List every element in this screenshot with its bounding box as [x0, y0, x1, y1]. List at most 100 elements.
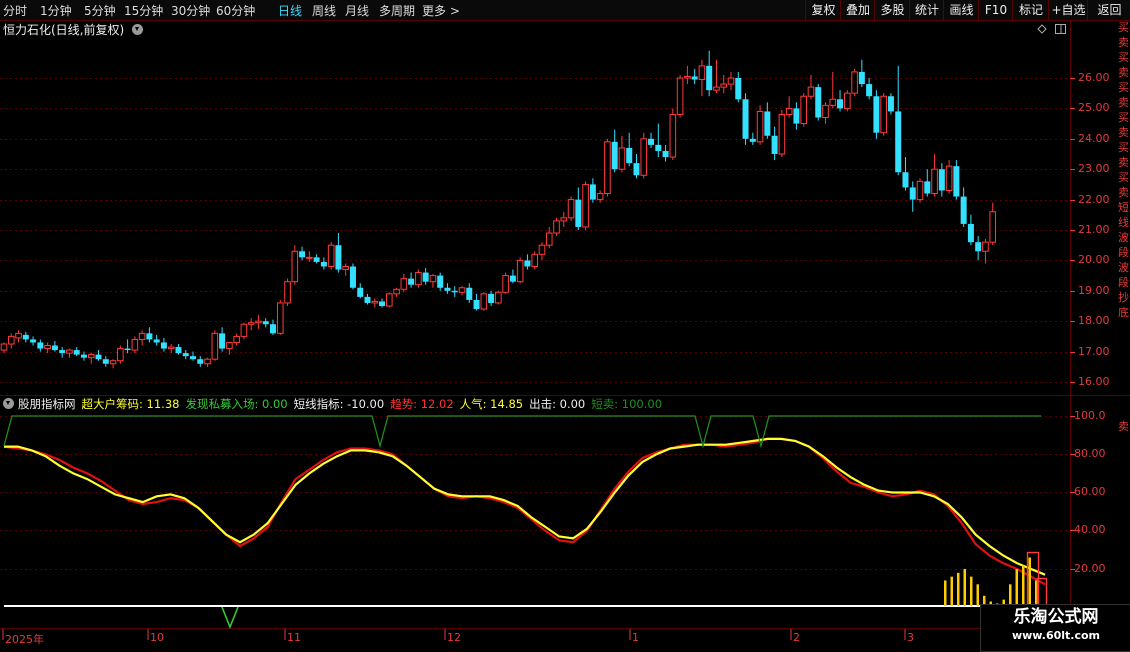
- candle-body-up: [233, 335, 240, 343]
- candle-body-down: [960, 196, 967, 224]
- candle-body-down: [742, 99, 749, 139]
- indicator-value-0: 超大户筹码: 11.38: [81, 397, 180, 411]
- indicator-value-4: 人气: 14.85: [459, 397, 524, 411]
- candle-body-up: [327, 244, 335, 267]
- candle-body-up: [822, 104, 829, 119]
- diamond-icon: [1037, 24, 1047, 34]
- candle-body-up: [989, 211, 997, 243]
- candle-body-down: [626, 147, 633, 164]
- candle-body-down: [95, 354, 102, 360]
- candle-body-down: [444, 287, 451, 291]
- indicator-menu-icon[interactable]: [3, 398, 14, 409]
- candle-body-down: [422, 272, 429, 282]
- candle-body-down: [858, 71, 865, 85]
- date-axis-label: 3: [907, 631, 914, 644]
- candle-body-down: [873, 96, 880, 133]
- candle-body-down: [902, 172, 909, 188]
- candle-body-down: [262, 321, 269, 325]
- yellow-volume-bar: [976, 584, 979, 606]
- candle-body-down: [967, 223, 974, 243]
- candle-body-down: [219, 333, 226, 349]
- candle-body-down: [51, 345, 58, 351]
- candle-body-down: [190, 356, 197, 360]
- candle-body-up: [560, 217, 568, 222]
- indicator-axis-label: 40.00: [1074, 523, 1106, 536]
- indicator-header: 股朋指标网 超大户筹码: 11.38 发现私募入场: 0.00 短线指标: -10.0…: [0, 396, 1070, 414]
- candle-body-up: [66, 349, 73, 354]
- candle-body-down: [379, 301, 386, 306]
- candle-body-up: [669, 113, 677, 158]
- indicator-axis-label: 60.00: [1074, 485, 1106, 498]
- candle-body-up: [502, 275, 509, 293]
- candle-body-down: [37, 342, 44, 349]
- candle-body-down: [611, 141, 618, 170]
- candle-body-down: [488, 293, 495, 303]
- candle-body-up: [371, 300, 379, 304]
- candle-body-up: [982, 241, 989, 252]
- candle-body-down: [749, 138, 756, 142]
- yellow-volume-bar: [1028, 557, 1031, 606]
- candle-body-down: [771, 135, 778, 154]
- candle-body-down: [22, 334, 29, 340]
- candle-body-up: [480, 293, 488, 310]
- candle-body-up: [807, 86, 815, 97]
- candle-body-up: [844, 92, 851, 109]
- candle-body-down: [357, 287, 364, 297]
- candle-body-up: [400, 278, 408, 290]
- candle-body-down: [269, 324, 276, 334]
- candle-body-up: [211, 332, 219, 360]
- candle-body-up: [916, 180, 924, 201]
- candle-body-up: [676, 77, 684, 115]
- candle-body-up: [342, 265, 349, 271]
- candle-body-down: [887, 96, 894, 112]
- candle-body-down: [938, 169, 945, 191]
- candle-body-up: [829, 98, 837, 106]
- price-axis-label: 21.00: [1078, 223, 1110, 236]
- candle-body-up: [582, 183, 589, 228]
- candle-body-up: [117, 348, 124, 362]
- candle-body-down: [924, 181, 931, 194]
- candle-body-up: [727, 77, 735, 85]
- candle-body-down: [197, 359, 204, 364]
- candle-body-down: [182, 353, 189, 357]
- candle-body-up: [785, 107, 793, 115]
- candle-body-up: [720, 83, 728, 88]
- indicator-name: 股朋指标网: [18, 397, 76, 411]
- price-axis-label: 26.00: [1078, 71, 1110, 84]
- price-axis-label: 16.00: [1078, 375, 1110, 388]
- candle-body-down: [815, 87, 822, 118]
- indicator-axis-label: 80.00: [1074, 447, 1106, 460]
- candle-body-up: [255, 320, 262, 324]
- candle-body-up: [945, 165, 953, 191]
- candle-body-up: [15, 332, 22, 339]
- candle-body-down: [895, 111, 902, 173]
- stock-chart[interactable]: [0, 0, 1130, 650]
- candle-body-down: [764, 111, 771, 136]
- candle-body-up: [800, 95, 808, 125]
- price-axis-label: 23.00: [1078, 162, 1110, 176]
- candle-body-up: [109, 360, 117, 365]
- candle-body-up: [87, 354, 95, 359]
- candle-body-up: [531, 253, 539, 267]
- candle-body-up: [131, 338, 139, 351]
- candle-body-down: [524, 260, 531, 267]
- candle-body-up: [415, 272, 422, 286]
- short-sell-signal-line: [3, 415, 1041, 449]
- candle-body-up: [538, 244, 546, 255]
- candle-body-up: [618, 147, 626, 170]
- indicator-value-2: 短线指标: -10.00: [293, 397, 385, 411]
- price-axis-label: 18.00: [1078, 314, 1110, 328]
- candle-body-up: [640, 138, 648, 176]
- date-axis-label: 10: [150, 631, 164, 644]
- candle-body-down: [299, 251, 306, 258]
- price-axis-label: 19.00: [1078, 283, 1110, 297]
- date-axis-label: 12: [447, 631, 461, 644]
- candle-body-down: [335, 245, 342, 270]
- yellow-volume-bar: [950, 576, 953, 606]
- candle-body-down: [59, 350, 66, 354]
- candle-body-down: [437, 275, 444, 288]
- indicator-value-3: 趋势: 12.02: [390, 397, 454, 411]
- candle-body-up: [204, 358, 211, 365]
- candle-body-down: [102, 359, 109, 364]
- buy-signal-mark: [221, 606, 239, 630]
